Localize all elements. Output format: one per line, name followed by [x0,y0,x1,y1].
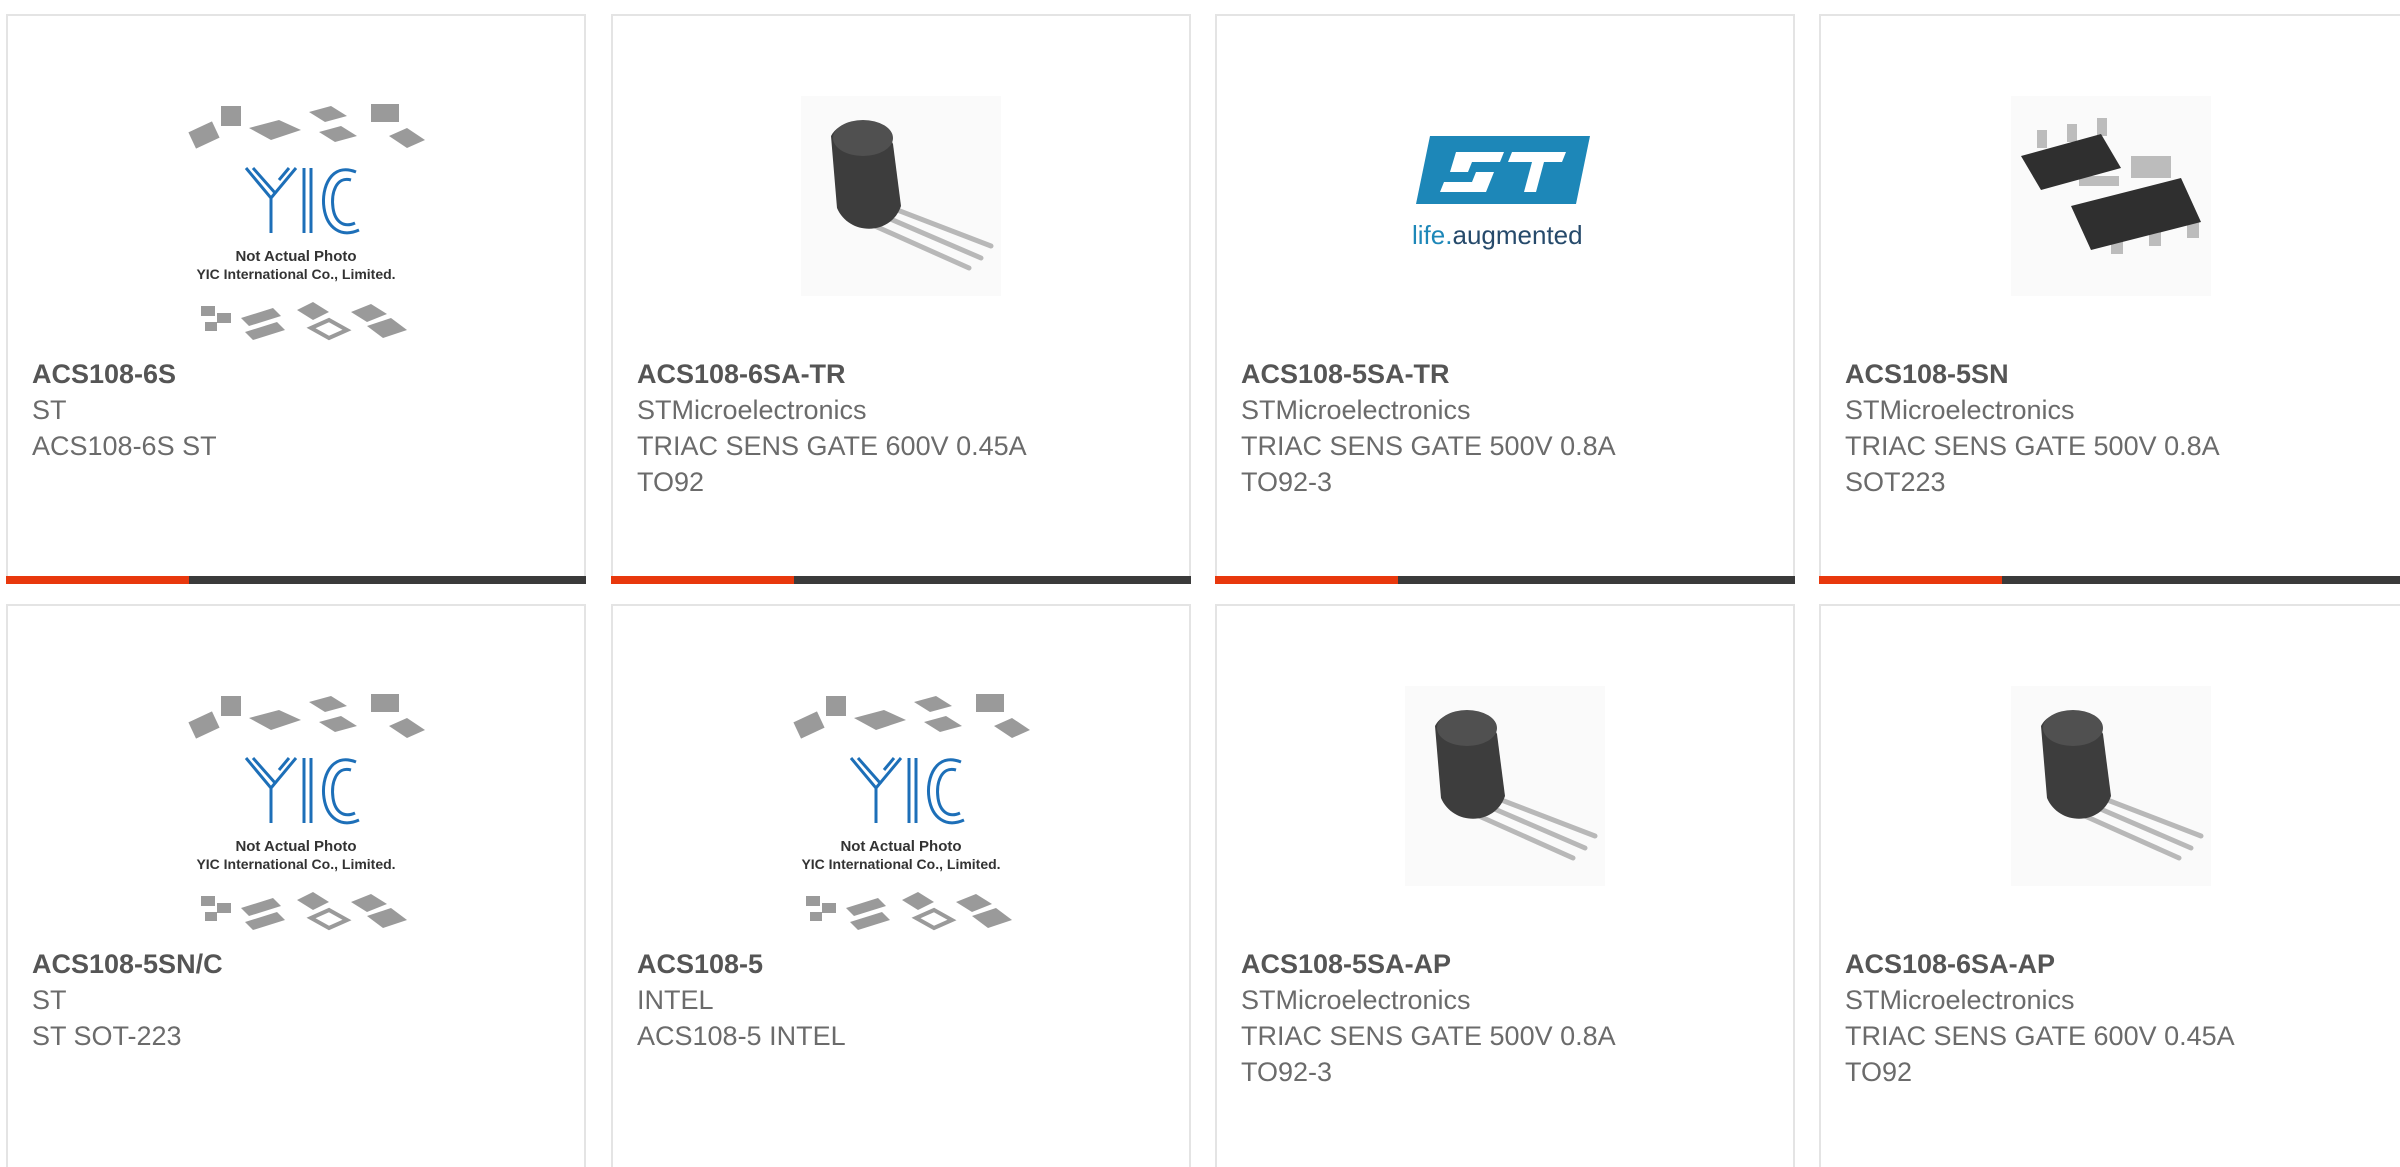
package: TO92 [1845,1057,1913,1087]
description: TRIAC SENS GATE 600V 0.45A [637,431,1027,461]
description: TRIAC SENS GATE 500V 0.8A [1241,1021,1616,1051]
description: TRIAC SENS GATE 500V 0.8A [1845,431,2220,461]
manufacturer: STMicroelectronics [1241,985,1471,1015]
to92-transistor-icon [1405,686,1605,886]
yic-placeholder-icon: Not Actual Photo YIC International Co., … [161,688,431,938]
product-card[interactable]: Not Actual Photo YIC International Co., … [611,604,1191,1167]
yic-caption-1: Not Actual Photo [235,838,356,855]
product-info: ACS108-5SA-AP STMicroelectronics TRIAC S… [1241,946,1773,1090]
product-card[interactable]: Not Actual Photo YIC International Co., … [6,604,586,1167]
manufacturer: STMicroelectronics [1241,395,1471,425]
package: TO92-3 [1241,467,1333,497]
yic-caption-2: YIC International Co., Limited. [196,856,395,872]
product-info: ACS108-5SA-TR STMicroelectronics TRIAC S… [1241,356,1773,500]
description: ACS108-5 INTEL [637,1021,846,1051]
manufacturer: ST [32,395,67,425]
part-number[interactable]: ACS108-6SA-TR [637,356,1169,392]
yic-caption-2: YIC International Co., Limited. [801,856,1000,872]
product-card[interactable]: ACS108-5SA-AP STMicroelectronics TRIAC S… [1215,604,1795,1167]
part-number[interactable]: ACS108-6SA-AP [1845,946,2380,982]
card-bottom-bar [611,576,1191,584]
package: SOT223 [1845,467,1946,497]
to92-transistor-icon [2010,686,2211,886]
card-bottom-bar [6,576,586,584]
svg-text:life.augmented: life.augmented [1412,220,1583,250]
product-info: ACS108-6S ST ACS108-6S ST [32,356,564,464]
part-number[interactable]: ACS108-5SA-AP [1241,946,1773,982]
description: ST SOT-223 [32,1021,182,1051]
product-info: ACS108-5 INTEL ACS108-5 INTEL [637,946,1169,1054]
yic-placeholder-icon: Not Actual Photo YIC International Co., … [766,688,1036,938]
product-info: ACS108-6SA-TR STMicroelectronics TRIAC S… [637,356,1169,500]
part-number[interactable]: ACS108-5SN/C [32,946,564,982]
card-bottom-bar [1215,576,1795,584]
part-number[interactable]: ACS108-6S [32,356,564,392]
manufacturer: STMicroelectronics [1845,395,2075,425]
yic-caption-1: Not Actual Photo [235,248,356,265]
part-number[interactable]: ACS108-5SN [1845,356,2380,392]
manufacturer: STMicroelectronics [1845,985,2075,1015]
package: TO92 [637,467,705,497]
product-grid: Not Actual Photo YIC International Co., … [0,0,2400,1167]
manufacturer: ST [32,985,67,1015]
description: TRIAC SENS GATE 500V 0.8A [1241,431,1616,461]
product-info: ACS108-6SA-AP STMicroelectronics TRIAC S… [1845,946,2380,1090]
product-info: ACS108-5SN STMicroelectronics TRIAC SENS… [1845,356,2380,500]
to92-transistor-icon [801,96,1001,296]
product-info: ACS108-5SN/C ST ST SOT-223 [32,946,564,1054]
st-logo-icon: life.augmented [1400,96,1610,296]
description: TRIAC SENS GATE 600V 0.45A [1845,1021,2235,1051]
part-number[interactable]: ACS108-5 [637,946,1169,982]
package: TO92-3 [1241,1057,1333,1087]
part-number[interactable]: ACS108-5SA-TR [1241,356,1773,392]
product-card[interactable]: ACS108-6SA-TR STMicroelectronics TRIAC S… [611,14,1191,584]
card-bottom-bar [1819,576,2400,584]
manufacturer: INTEL [637,985,714,1015]
product-card[interactable]: ACS108-5SN STMicroelectronics TRIAC SENS… [1819,14,2400,584]
yic-placeholder-icon: Not Actual Photo YIC International Co., … [161,98,431,348]
sot223-package-icon [2010,96,2211,296]
yic-caption-2: YIC International Co., Limited. [196,266,395,282]
yic-caption-1: Not Actual Photo [840,838,961,855]
manufacturer: STMicroelectronics [637,395,867,425]
product-card[interactable]: life.augmented ACS108-5SA-TR STMicroelec… [1215,14,1795,584]
product-card[interactable]: Not Actual Photo YIC International Co., … [6,14,586,584]
description: ACS108-6S ST [32,431,217,461]
product-card[interactable]: ACS108-6SA-AP STMicroelectronics TRIAC S… [1819,604,2400,1167]
